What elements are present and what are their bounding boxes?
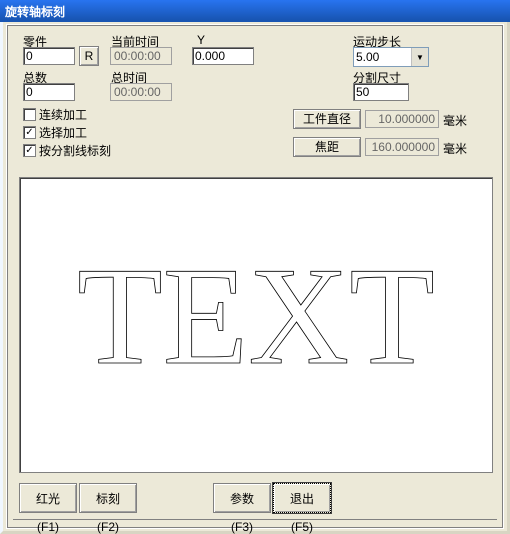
split-input[interactable] bbox=[353, 83, 409, 101]
bottom-bar: 红光(F1) 标刻(F2) 参数(F3) 退出(F5) bbox=[13, 479, 497, 520]
svg-text:TEXT: TEXT bbox=[77, 239, 435, 394]
chevron-down-icon: ▼ bbox=[411, 48, 428, 66]
y-label: Y bbox=[197, 33, 205, 47]
preview-text-icon: TEXT bbox=[36, 235, 476, 415]
client-inner: 零件 R 当前时间 00:00:00 总数 总时间 00:00:00 Y 运动步… bbox=[6, 24, 504, 529]
continuous-label: 连续加工 bbox=[39, 106, 87, 123]
splitmark-label: 按分割线标刻 bbox=[39, 142, 111, 159]
splitmark-checkbox[interactable]: ✓ 按分割线标刻 bbox=[23, 143, 111, 158]
focal-value: 160.000000 bbox=[365, 138, 439, 156]
window: 旋转轴标刻 零件 R 当前时间 00:00:00 总数 总时间 00:00:00… bbox=[0, 0, 510, 534]
preview-canvas: TEXT bbox=[19, 177, 493, 473]
total-time-value: 00:00:00 bbox=[110, 83, 172, 101]
checkbox-icon: ✓ bbox=[23, 126, 36, 139]
titlebar: 旋转轴标刻 bbox=[0, 0, 510, 23]
diameter-button[interactable]: 工件直径 bbox=[293, 109, 361, 129]
select-label: 选择加工 bbox=[39, 124, 87, 141]
total-input[interactable] bbox=[23, 83, 75, 101]
diameter-value: 10.000000 bbox=[365, 110, 439, 128]
cur-time-value: 00:00:00 bbox=[110, 47, 172, 65]
focal-button[interactable]: 焦距 bbox=[293, 137, 361, 157]
r-button[interactable]: R bbox=[79, 46, 99, 66]
red-light-button[interactable]: 红光(F1) bbox=[19, 483, 77, 513]
step-combo[interactable]: 5.00 ▼ bbox=[353, 47, 429, 67]
param-button[interactable]: 参数(F3) bbox=[213, 483, 271, 513]
part-input[interactable] bbox=[23, 47, 75, 65]
exit-button[interactable]: 退出(F5) bbox=[273, 483, 331, 513]
focal-unit: 毫米 bbox=[443, 140, 467, 157]
select-checkbox[interactable]: ✓ 选择加工 bbox=[23, 125, 87, 140]
client-area: 零件 R 当前时间 00:00:00 总数 总时间 00:00:00 Y 运动步… bbox=[0, 22, 510, 534]
mark-button[interactable]: 标刻(F2) bbox=[79, 483, 137, 513]
step-value: 5.00 bbox=[356, 50, 379, 64]
checkbox-icon: ✓ bbox=[23, 144, 36, 157]
y-input[interactable] bbox=[192, 47, 254, 65]
continuous-checkbox[interactable]: 连续加工 bbox=[23, 107, 87, 122]
window-title: 旋转轴标刻 bbox=[5, 3, 65, 20]
checkbox-icon bbox=[23, 108, 36, 121]
diameter-unit: 毫米 bbox=[443, 112, 467, 129]
